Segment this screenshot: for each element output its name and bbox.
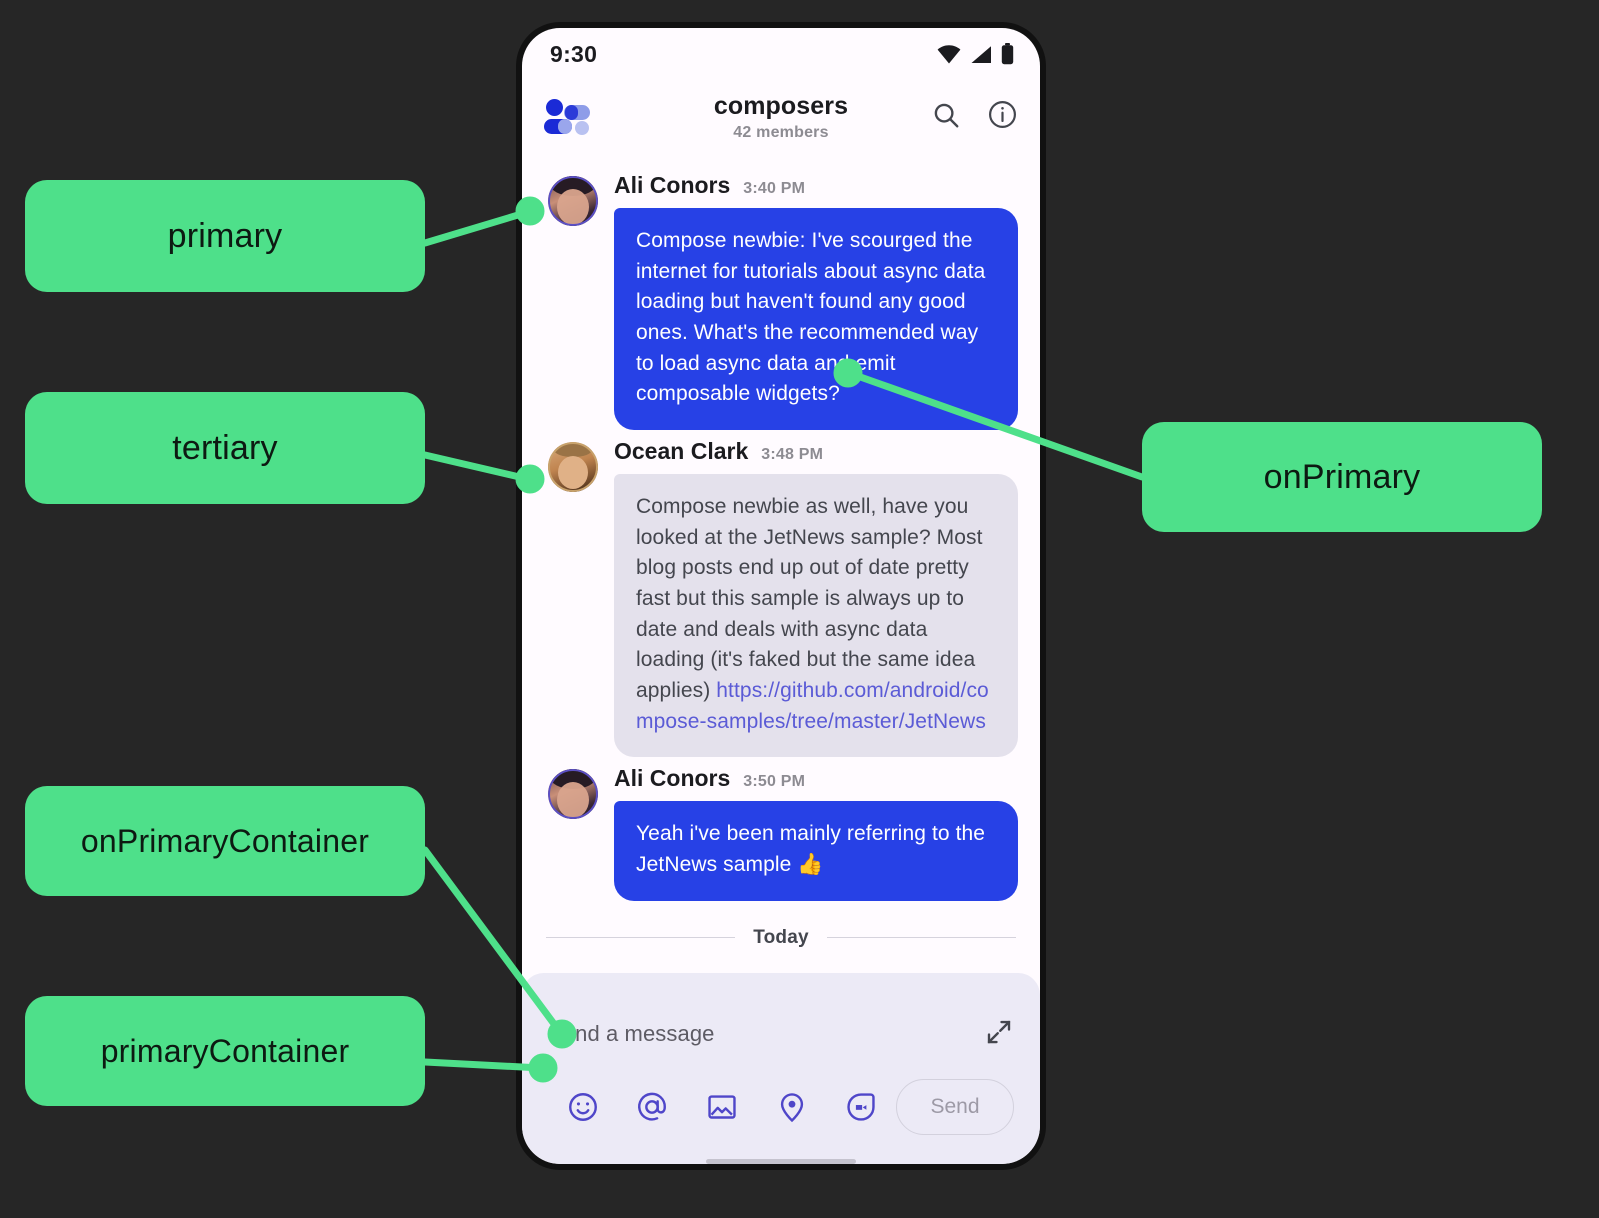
send-button[interactable]: Send xyxy=(896,1079,1014,1135)
message-item: Ali Conors 3:50 PM Yeah i've been mainly… xyxy=(522,757,1040,901)
annotation-label-onprimarycontainer: onPrimaryContainer xyxy=(25,786,425,896)
member-count: 42 members xyxy=(733,124,829,141)
message-author: Ali Conors xyxy=(614,172,731,198)
day-divider: Today xyxy=(522,901,1040,949)
search-button[interactable] xyxy=(931,100,961,135)
image-button[interactable] xyxy=(687,1090,757,1124)
mention-button[interactable] xyxy=(618,1090,688,1124)
message-timestamp: 3:40 PM xyxy=(743,180,806,197)
message-content: Ocean Clark 3:48 PM Compose newbie as we… xyxy=(614,438,1018,758)
cellular-signal-icon xyxy=(971,45,991,63)
message-header: Ali Conors 3:40 PM xyxy=(614,172,1018,208)
annotated-screenshot: primary tertiary onPrimaryContainer prim… xyxy=(0,0,1599,1218)
connector-primary xyxy=(421,208,532,247)
message-text: Compose newbie as well, have you looked … xyxy=(636,494,983,702)
search-icon xyxy=(934,103,959,127)
annotation-label-text: onPrimary xyxy=(1263,457,1421,496)
ocean-clark-avatar[interactable] xyxy=(548,441,598,492)
page-title: composers xyxy=(713,92,849,120)
ali-conors-avatar[interactable] xyxy=(548,769,598,820)
message-list[interactable]: Ali Conors 3:40 PM Compose newbie: I've … xyxy=(522,154,1040,959)
expand-button[interactable] xyxy=(984,1017,1014,1052)
message-composer: Send a message Send xyxy=(522,973,1040,1164)
annotation-label-primary: primary xyxy=(25,180,425,292)
video-camera-icon xyxy=(847,1093,875,1121)
info-button[interactable] xyxy=(987,99,1018,135)
message-input[interactable]: Send a message xyxy=(548,1021,715,1047)
connector-tertiary xyxy=(421,451,532,483)
app-bar: composers 42 members xyxy=(522,80,1040,154)
composer-actions: Send xyxy=(548,1065,1014,1135)
message-bubble[interactable]: Compose newbie as well, have you looked … xyxy=(614,473,1018,758)
home-indicator xyxy=(706,1159,856,1164)
message-item: Ali Conors 3:40 PM Compose newbie: I've … xyxy=(522,164,1040,430)
annotation-label-text: primaryContainer xyxy=(100,1032,350,1069)
annotation-label-tertiary: tertiary xyxy=(25,392,425,504)
message-header: Ocean Clark 3:48 PM xyxy=(614,438,1018,474)
mention-icon xyxy=(638,1092,667,1121)
expand-icon xyxy=(987,1020,1011,1043)
message-timestamp: 3:48 PM xyxy=(761,445,824,463)
location-button[interactable] xyxy=(757,1090,827,1124)
status-bar-clock: 9:30 xyxy=(550,40,598,67)
message-header: Ali Conors 3:50 PM xyxy=(614,765,1018,801)
composers-logo-icon xyxy=(542,97,590,137)
image-icon xyxy=(708,1095,736,1119)
info-icon xyxy=(989,101,1016,128)
annotation-label-text: onPrimaryContainer xyxy=(80,822,370,859)
message-bubble[interactable]: Yeah i've been mainly referring to the J… xyxy=(614,801,1018,901)
location-pin-icon xyxy=(780,1093,803,1123)
divider-line-left xyxy=(546,937,736,938)
message-item: Ocean Clark 3:48 PM Compose newbie as we… xyxy=(522,430,1040,758)
annotation-label-text: primary xyxy=(167,216,283,255)
divider-line-right xyxy=(826,937,1017,938)
message-timestamp: 3:50 PM xyxy=(743,773,806,791)
message-author: Ocean Clark xyxy=(614,437,749,464)
message-bubble[interactable]: Compose newbie: I've scourged the intern… xyxy=(614,208,1018,430)
message-input-row[interactable]: Send a message xyxy=(548,1003,1014,1065)
status-bar-icons xyxy=(937,43,1014,65)
app-bar-actions xyxy=(931,99,1018,135)
message-content: Ali Conors 3:40 PM Compose newbie: I've … xyxy=(614,172,1018,430)
phone-frame: 9:30 composers 42 members Ali Conors 3:4… xyxy=(516,22,1046,1170)
annotation-label-onprimary: onPrimary xyxy=(1142,422,1542,532)
annotation-label-text: tertiary xyxy=(172,428,278,467)
divider-label: Today xyxy=(753,926,809,948)
status-bar: 9:30 xyxy=(522,28,1040,80)
message-author: Ali Conors xyxy=(614,765,731,792)
video-button[interactable] xyxy=(826,1090,896,1124)
ali-conors-avatar[interactable] xyxy=(548,176,598,226)
annotation-label-primarycontainer: primaryContainer xyxy=(25,996,425,1106)
emoji-button[interactable] xyxy=(548,1090,618,1124)
emoji-icon xyxy=(568,1093,597,1121)
battery-icon xyxy=(1001,43,1014,65)
message-content: Ali Conors 3:50 PM Yeah i've been mainly… xyxy=(614,765,1018,901)
phone-screen: 9:30 composers 42 members Ali Conors 3:4… xyxy=(522,28,1040,1164)
wifi-icon xyxy=(937,44,961,63)
